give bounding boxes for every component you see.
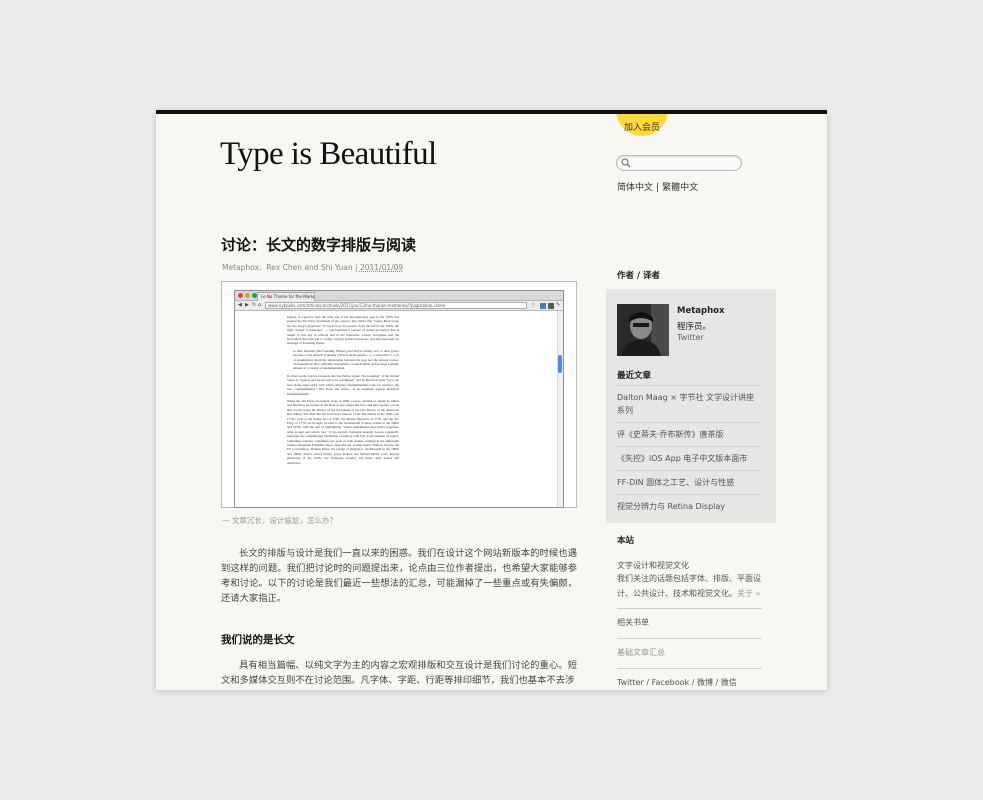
avatar-photo-icon [617,304,669,356]
facebook-link[interactable]: Facebook [652,678,690,687]
recent-article-link[interactable]: 评《史蒂夫·乔布斯传》唐茶版 [617,422,761,446]
browser-url-bar: www.nybooks.com/articles/archives/2011/j… [265,302,527,309]
booklist-link[interactable]: 相关书单 [617,608,762,631]
screenshot-paragraph: so here freedom (the Founding Fathers) a… [293,348,399,371]
wrench-icon: ✎ [556,302,561,308]
search-icon [621,158,631,168]
about-link[interactable]: 关于 » [737,589,760,598]
search-input[interactable] [633,157,737,169]
lang-traditional-link[interactable]: 繁體中文 [662,183,698,193]
author-panel: Metaphox 程序员。 Twitter 最近文章 Dalton Maag ×… [606,289,776,523]
social-separator: / [712,678,721,687]
reload-icon: ↻ [252,302,257,308]
article-figure: Le No Theme for the Markets : ◀ ▶ ↻ ⌂ ww… [221,281,577,508]
article-meta: Metaphox、Rex Chen and Shi Yuan | 2011/01… [222,262,403,273]
recent-article-link[interactable]: 视觉分辨力与 Retina Display [617,494,761,518]
wechat-link[interactable]: 微信 [721,678,737,687]
lang-simplified-link[interactable]: 简体中文 [617,183,653,193]
recent-articles-heading: 最近文章 [617,371,652,381]
star-icon: ☆ [531,302,536,308]
intro-paragraph: 长文的排版与设计是我们一直以来的困惑。我们在设计这个网站新版本的时候也遇到这样的… [221,548,577,604]
article-date: 2011/01/09 [359,263,404,272]
forward-icon: ▶ [245,302,249,308]
section-heading: 我们说的是长文 [221,634,295,646]
lang-separator: | [656,183,660,193]
screenshot-paragraph: In other words, Lepore contends, the Tea… [287,373,399,396]
screenshot-paragraph: When the Tea Party movement arose in 200… [287,398,399,465]
recent-articles-list: Dalton Maag × 字节社 文学设计讲座系列 评《史蒂夫·乔布斯传》唐茶… [617,385,761,518]
basics-link[interactable]: 基础文章汇总 [617,638,762,661]
authors-heading: 作者 / 译者 [617,271,661,281]
site-section: 文字设计和视觉文化 我们关注的话题包括字体、排版、平面设计、公共设计、技术和视觉… [617,559,762,690]
social-separator: / [689,678,697,687]
site-description-title: 文字设计和视觉文化 [617,561,689,570]
extension-icon [540,303,546,309]
section-paragraph: 具有相当篇幅、以纯文字为主的内容之宏观排版和交互设计是我们讨论的重心。短文和多媒… [221,660,577,686]
browser-toolbar: ◀ ▶ ↻ ⌂ www.nybooks.com/articles/archive… [235,301,563,311]
social-separator: / [643,678,652,687]
author-role: 程序员。 [677,322,712,332]
site-logo[interactable]: Type is Beautiful [220,136,437,173]
article-authors: Metaphox、Rex Chen and Shi Yuan [222,263,353,272]
language-switcher: 简体中文 | 繁體中文 [617,180,698,193]
browser-scrollbar [557,311,563,507]
site-heading: 本站 [617,536,635,546]
recent-article-link[interactable]: Dalton Maag × 字节社 文学设计讲座系列 [617,385,761,422]
home-icon: ⌂ [258,302,262,308]
recent-article-link[interactable]: FF-DIN 圆体之工艺、设计与性感 [617,470,761,494]
social-links: Twitter / Facebook / 微博 / 微信 [617,668,762,690]
back-icon: ◀ [238,302,242,308]
twitter-link[interactable]: Twitter [617,678,644,687]
minimize-dot-icon [245,293,250,298]
site-description: 我们关注的话题包括字体、排版、平面设计、公共设计、技术和视觉文化。关于 » [617,572,762,601]
browser-scroll-thumb [558,355,562,373]
browser-content: Indeed, in Lepore's view the left's use … [235,311,563,507]
close-dot-icon [238,293,243,298]
browser-tab: Le No Theme for the Markets : [257,292,315,301]
browser-screenshot: Le No Theme for the Markets : ◀ ▶ ↻ ⌂ ww… [234,290,564,508]
recent-article-link[interactable]: 《失控》iOS App 电子中文版本面市 [617,446,761,470]
join-member-badge[interactable]: 加入会员 [616,114,668,136]
search-box[interactable] [616,155,742,171]
author-name[interactable]: Metaphox [677,306,724,316]
author-avatar[interactable] [617,304,669,356]
extension-icon [548,303,554,309]
meta-separator: | [355,263,358,272]
figure-caption: — 文章冗长，设计尴尬，怎么办？ [222,516,337,525]
screenshot-paragraph: Indeed, in Lepore's view the left's use … [287,315,399,346]
screenshot-text-column: Indeed, in Lepore's view the left's use … [287,315,399,468]
author-twitter-link[interactable]: Twitter [677,333,704,342]
article-title[interactable]: 讨论：长文的数字排版与阅读 [221,234,416,255]
weibo-link[interactable]: 微博 [697,678,713,687]
site-page: 加入会员 Type is Beautiful 简体中文 | 繁體中文 讨论：长文的数… [156,110,827,690]
browser-tabbar: Le No Theme for the Markets : [235,291,563,301]
